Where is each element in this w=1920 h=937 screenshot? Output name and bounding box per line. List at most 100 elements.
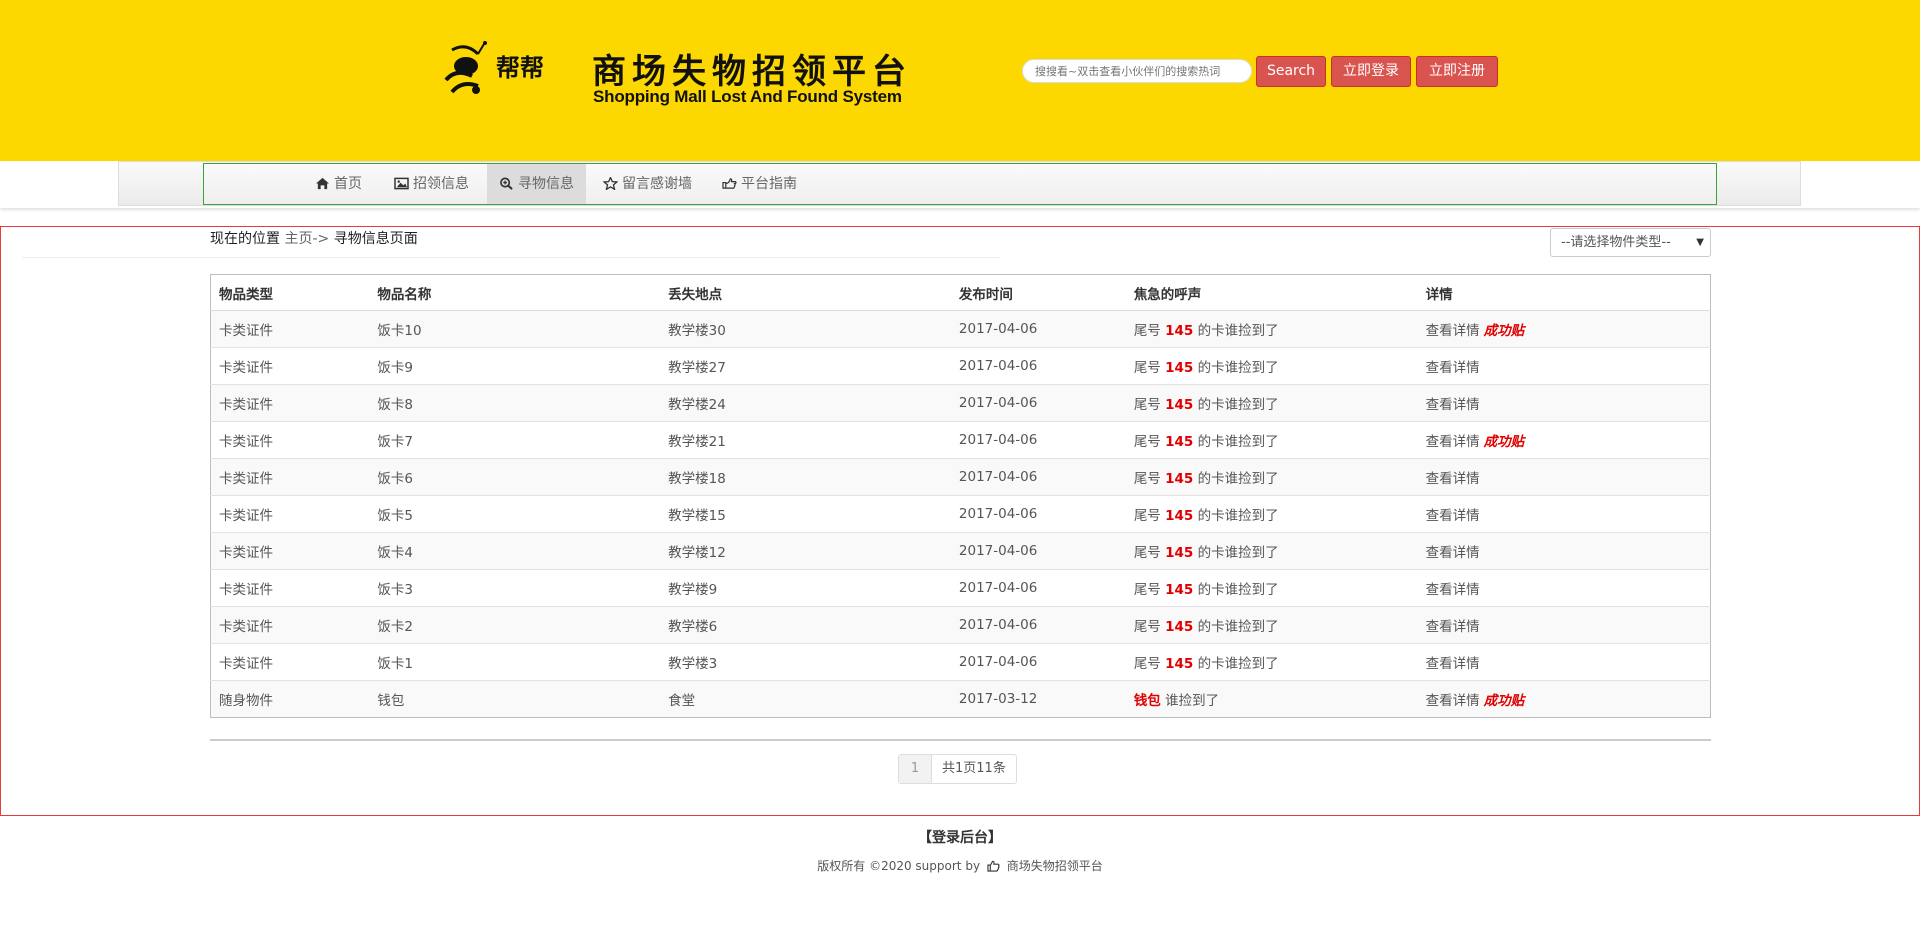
cell-date: 2017-04-06 xyxy=(950,495,1126,533)
cell-call: 尾号 145 的卡谁捡到了 xyxy=(1125,384,1418,422)
table-row: 卡类证件 饭卡7 教学楼21 2017-04-06 尾号 145 的卡谁捡到了 … xyxy=(210,421,1711,459)
view-details-link[interactable]: 查看详情 xyxy=(1426,582,1480,598)
view-details-link[interactable]: 查看详情 xyxy=(1426,545,1480,561)
cell-call: 尾号 145 的卡谁捡到了 xyxy=(1125,495,1418,533)
cell-name: 饭卡1 xyxy=(369,643,661,681)
cell-name: 饭卡5 xyxy=(369,495,661,533)
nav-item-label: 平台指南 xyxy=(741,176,797,192)
nav-item-home[interactable]: 首页 xyxy=(303,164,374,204)
cell-type: 随身物件 xyxy=(210,680,370,718)
header-publish-date: 发布时间 xyxy=(950,274,1126,311)
cell-call: 尾号 145 的卡谁捡到了 xyxy=(1125,347,1418,385)
table-row: 卡类证件 饭卡1 教学楼3 2017-04-06 尾号 145 的卡谁捡到了 查… xyxy=(210,643,1711,681)
cell-name: 钱包 xyxy=(369,680,661,718)
table-row: 卡类证件 饭卡8 教学楼24 2017-04-06 尾号 145 的卡谁捡到了 … xyxy=(210,384,1711,422)
table-row: 卡类证件 饭卡4 教学楼12 2017-04-06 尾号 145 的卡谁捡到了 … xyxy=(210,532,1711,570)
call-suffix: 谁捡到了 xyxy=(1165,693,1220,709)
nav-item-label: 留言感谢墙 xyxy=(622,176,692,192)
cell-type: 卡类证件 xyxy=(210,532,370,570)
call-highlight: 145 xyxy=(1165,360,1194,376)
cell-type: 卡类证件 xyxy=(210,569,370,607)
cell-name: 饭卡4 xyxy=(369,532,661,570)
search-button[interactable]: Search xyxy=(1256,56,1326,87)
cell-call: 尾号 145 的卡谁捡到了 xyxy=(1125,643,1418,681)
cell-place: 教学楼12 xyxy=(660,532,951,570)
cell-place: 教学楼24 xyxy=(660,384,951,422)
call-prefix: 尾号 xyxy=(1133,434,1161,450)
call-suffix: 的卡谁捡到了 xyxy=(1197,619,1279,635)
cell-date: 2017-04-06 xyxy=(950,310,1126,348)
view-details-link[interactable]: 查看详情 xyxy=(1426,397,1480,413)
cell-call: 尾号 145 的卡谁捡到了 xyxy=(1125,310,1418,348)
call-suffix: 的卡谁捡到了 xyxy=(1197,582,1279,598)
nav-item-thanks-wall[interactable]: 留言感谢墙 xyxy=(591,164,704,204)
call-suffix: 的卡谁捡到了 xyxy=(1197,471,1279,487)
nav-item-label: 寻物信息 xyxy=(518,176,574,192)
call-highlight: 145 xyxy=(1165,323,1194,339)
header-item-type: 物品类型 xyxy=(210,274,370,311)
view-details-link[interactable]: 查看详情 xyxy=(1426,434,1480,450)
view-details-link[interactable]: 查看详情 xyxy=(1426,619,1480,635)
success-badge: 成功贴 xyxy=(1483,323,1525,339)
admin-login-link[interactable]: 【登录后台】 xyxy=(0,827,1920,847)
thumbs-up-icon xyxy=(987,860,1000,872)
caret-down-icon: ▼ xyxy=(1696,237,1704,248)
call-prefix: 尾号 xyxy=(1133,471,1161,487)
cell-place: 教学楼3 xyxy=(660,643,951,681)
cell-date: 2017-04-06 xyxy=(950,606,1126,644)
cell-detail: 查看详情 xyxy=(1417,569,1711,607)
cell-type: 卡类证件 xyxy=(210,643,370,681)
table-row: 卡类证件 饭卡10 教学楼30 2017-04-06 尾号 145 的卡谁捡到了… xyxy=(210,310,1711,348)
cell-name: 饭卡9 xyxy=(369,347,661,385)
cell-call: 尾号 145 的卡谁捡到了 xyxy=(1125,569,1418,607)
success-badge: 成功贴 xyxy=(1483,434,1525,450)
cell-call: 尾号 145 的卡谁捡到了 xyxy=(1125,606,1418,644)
cell-detail: 查看详情 成功贴 xyxy=(1417,310,1711,348)
page-1-button[interactable]: 1 xyxy=(899,755,932,783)
cell-place: 教学楼9 xyxy=(660,569,951,607)
call-prefix: 尾号 xyxy=(1133,397,1161,413)
nav-menu: 首页 招领信息 寻物信息 留言感谢墙 平台指南 xyxy=(203,163,1717,205)
nav-item-found[interactable]: 招领信息 xyxy=(382,164,481,204)
breadcrumb-home-link[interactable]: 主页-> xyxy=(284,231,329,247)
cell-name: 饭卡6 xyxy=(369,458,661,496)
view-details-link[interactable]: 查看详情 xyxy=(1426,693,1480,709)
call-prefix: 尾号 xyxy=(1133,619,1161,635)
cell-name: 饭卡3 xyxy=(369,569,661,607)
breadcrumb-current: 寻物信息页面 xyxy=(333,231,418,247)
register-button[interactable]: 立即注册 xyxy=(1416,56,1498,87)
cell-date: 2017-04-06 xyxy=(950,458,1126,496)
breadcrumb-divider xyxy=(22,257,1000,258)
copyright-text: 版权所有 ©2020 support by xyxy=(817,859,981,873)
view-details-link[interactable]: 查看详情 xyxy=(1426,656,1480,672)
cell-type: 卡类证件 xyxy=(210,310,370,348)
cell-date: 2017-04-06 xyxy=(950,569,1126,607)
item-type-select-value: --请选择物件类型-- xyxy=(1561,235,1671,250)
item-type-select[interactable]: --请选择物件类型-- ▼ xyxy=(1550,228,1711,257)
cell-detail: 查看详情 xyxy=(1417,384,1711,422)
table-row: 随身物件 钱包 食堂 2017-03-12 钱包 谁捡到了 查看详情 成功贴 xyxy=(210,680,1711,718)
cell-detail: 查看详情 xyxy=(1417,643,1711,681)
nav-item-guide[interactable]: 平台指南 xyxy=(710,164,809,204)
call-highlight: 145 xyxy=(1165,397,1194,413)
view-details-link[interactable]: 查看详情 xyxy=(1426,471,1480,487)
nav-item-lost[interactable]: 寻物信息 xyxy=(487,164,586,204)
cell-detail: 查看详情 xyxy=(1417,606,1711,644)
header-details: 详情 xyxy=(1417,274,1711,311)
table-row: 卡类证件 饭卡9 教学楼27 2017-04-06 尾号 145 的卡谁捡到了 … xyxy=(210,347,1711,385)
success-badge: 成功贴 xyxy=(1483,693,1525,709)
call-suffix: 的卡谁捡到了 xyxy=(1197,656,1279,672)
login-button[interactable]: 立即登录 xyxy=(1331,56,1411,87)
view-details-link[interactable]: 查看详情 xyxy=(1426,360,1480,376)
search-input[interactable] xyxy=(1022,59,1252,83)
cell-call: 钱包 谁捡到了 xyxy=(1125,680,1418,718)
site-title-en: Shopping Mall Lost And Found System xyxy=(593,87,902,106)
hand-right-icon xyxy=(722,178,737,189)
pagination-summary: 共1页11条 xyxy=(942,761,1006,776)
copyright-site-name: 商场失物招领平台 xyxy=(1006,859,1103,873)
table-header-row: 物品类型 物品名称 丢失地点 发布时间 焦急的呼声 详情 xyxy=(210,274,1711,311)
nav-item-label: 招领信息 xyxy=(413,176,469,192)
view-details-link[interactable]: 查看详情 xyxy=(1426,508,1480,524)
view-details-link[interactable]: 查看详情 xyxy=(1426,323,1480,339)
cell-type: 卡类证件 xyxy=(210,495,370,533)
